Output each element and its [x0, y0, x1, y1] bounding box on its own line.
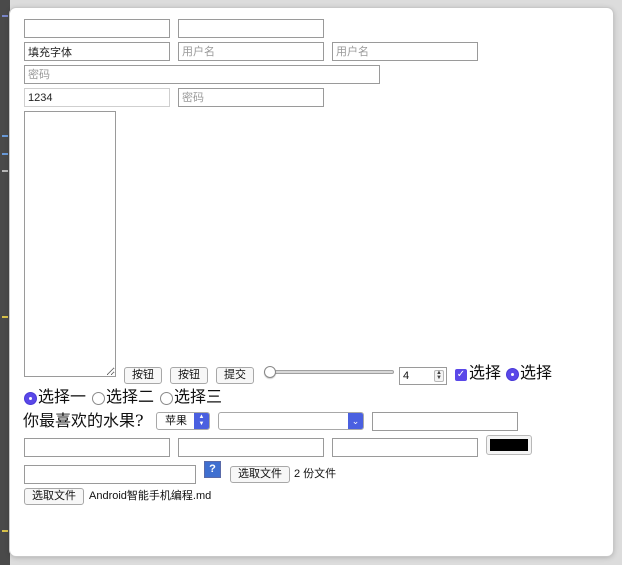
radio-single-label: 选择	[520, 365, 553, 382]
fruit-select-value: 苹果	[165, 415, 187, 427]
text-input-6[interactable]	[332, 438, 478, 457]
button-2[interactable]: 按钮	[170, 367, 208, 384]
browser-window: 按钮 按钮 提交 4 ▲▼ ✓ 选择 选择 选择一 选择二 选择三 你最喜欢的水…	[10, 8, 613, 556]
range-track	[264, 370, 394, 374]
number-spinner[interactable]: 4 ▲ ▼	[399, 367, 447, 385]
submit-button[interactable]: 提交	[216, 367, 254, 384]
radio-option-3-label: 选择三	[174, 389, 223, 406]
help-icon[interactable]: ?	[204, 461, 221, 478]
radio-option-1-label: 选择一	[38, 389, 87, 406]
text-input-4[interactable]	[24, 438, 170, 457]
password-input[interactable]	[178, 88, 324, 107]
text-input-2[interactable]	[178, 19, 324, 38]
text-input-filled[interactable]	[24, 42, 170, 61]
text-input-3[interactable]	[372, 412, 518, 431]
radio-option-2[interactable]	[92, 392, 105, 405]
radio-single[interactable]	[506, 368, 519, 381]
choose-file-button[interactable]: 选取文件	[24, 488, 84, 505]
spinner-arrows-icon[interactable]: ▲ ▼	[434, 370, 444, 382]
radio-option-2-label: 选择二	[106, 389, 155, 406]
file-name: Android智能手机编程.md	[89, 490, 212, 502]
button-1[interactable]: 按钮	[124, 367, 162, 384]
checkmark-icon: ✓	[456, 369, 466, 380]
checkbox[interactable]: ✓	[455, 369, 467, 381]
radio-option-1[interactable]	[24, 392, 37, 405]
number-spinner-value: 4	[403, 370, 410, 382]
choose-files-button[interactable]: 选取文件	[230, 466, 290, 483]
number-input[interactable]	[24, 88, 170, 107]
textarea[interactable]	[24, 111, 116, 377]
username-input-2[interactable]	[332, 42, 478, 61]
files-count: 2 份文件	[294, 468, 337, 480]
username-input-1[interactable]	[178, 42, 324, 61]
color-swatch	[490, 439, 528, 451]
color-picker[interactable]	[486, 435, 532, 455]
fruit-select[interactable]: 苹果 ▲ ▼	[156, 412, 210, 430]
background-editor-strip	[0, 0, 10, 565]
range-slider[interactable]	[264, 366, 394, 379]
text-input-5[interactable]	[178, 438, 324, 457]
select-arrows-icon: ▲ ▼	[194, 413, 209, 429]
help-icon-glyph: ?	[209, 463, 216, 475]
empty-select[interactable]: ⌄	[218, 412, 364, 430]
text-input-7[interactable]	[24, 465, 196, 484]
radio-option-3[interactable]	[160, 392, 173, 405]
password-input-wide[interactable]	[24, 65, 380, 84]
text-input-1[interactable]	[24, 19, 170, 38]
fruit-question: 你最喜欢的水果?	[23, 411, 144, 430]
chevron-down-icon: ⌄	[348, 413, 363, 429]
checkbox-label: 选择	[469, 365, 502, 382]
range-thumb[interactable]	[264, 366, 276, 378]
